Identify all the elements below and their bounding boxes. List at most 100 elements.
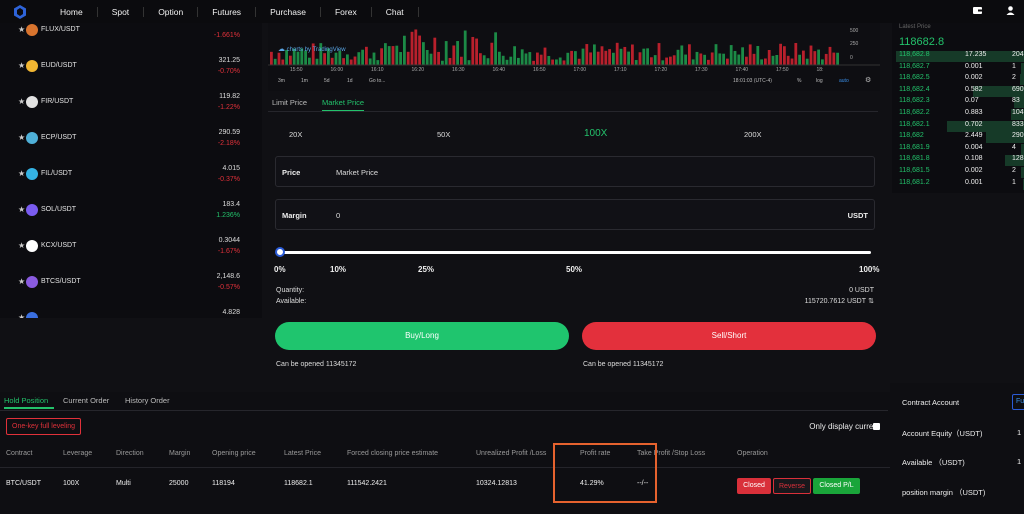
range-1d[interactable]: 1d — [347, 78, 353, 84]
nav-chat[interactable]: Chat — [372, 6, 419, 17]
cell-contract: BTC/USDT — [6, 480, 41, 487]
star-icon[interactable]: ★ — [18, 25, 25, 34]
futures-button[interactable]: Fu — [1012, 394, 1024, 410]
margin-field[interactable]: Margin 0 USDT — [275, 199, 875, 230]
closed-pl-button[interactable]: Closed P/L — [813, 478, 860, 494]
nav-purchase[interactable]: Purchase — [256, 6, 321, 17]
orderbook-row[interactable]: 118,682.3 0.07 83 — [896, 97, 1024, 109]
pair-item[interactable]: ★ ECP/USDT 290.59 -2.18% — [0, 123, 262, 159]
price-field[interactable]: Price Market Price — [275, 156, 875, 187]
leverage-200x[interactable]: 200X — [744, 130, 762, 139]
closed-button[interactable]: Closed — [737, 478, 771, 494]
volume-bar — [368, 58, 372, 65]
volume-bar — [748, 44, 752, 65]
volume-bar — [323, 53, 326, 65]
th-forced-closing: Forced closing price estimate — [347, 450, 439, 457]
orderbook-row[interactable]: 118,681.5 0.002 2 — [896, 167, 1024, 179]
pct-50[interactable]: 50% — [566, 265, 582, 274]
nav-option[interactable]: Option — [144, 6, 199, 17]
pair-item[interactable]: ★ SOL/USDT 183.4 1.236% — [0, 195, 262, 231]
quantity-label: Quantity: — [276, 287, 305, 294]
reverse-button[interactable]: Reverse — [773, 478, 811, 494]
volume-bar — [646, 48, 649, 65]
pair-name: SOL/USDT — [41, 206, 77, 213]
tab-history-order[interactable]: History Order — [125, 396, 170, 405]
nav-futures[interactable]: Futures — [198, 6, 257, 17]
tab-limit-price[interactable]: Limit Price — [272, 98, 307, 107]
one-key-leveling-button[interactable]: One-key full leveling — [6, 418, 82, 435]
star-icon[interactable]: ★ — [18, 205, 25, 214]
ob-price: 118,682.1 — [899, 120, 930, 128]
volume-bar — [395, 45, 399, 65]
leverage-50x[interactable]: 50X — [437, 130, 450, 139]
leverage-20x[interactable]: 20X — [289, 130, 302, 139]
transfer-icon[interactable]: ⇅ — [868, 297, 874, 305]
tab-current-order[interactable]: Current Order — [63, 396, 109, 405]
volume-bar — [707, 59, 710, 65]
logo-icon[interactable] — [12, 4, 28, 20]
orderbook-row[interactable]: 118,681.8 0.108 128 — [896, 155, 1024, 167]
star-icon[interactable]: ★ — [18, 97, 25, 106]
buy-long-button[interactable]: Buy/Long — [275, 322, 569, 350]
ob-total: 2 — [1012, 74, 1016, 82]
leverage-100x[interactable]: 100X — [584, 128, 607, 139]
range-1m[interactable]: 1m — [301, 78, 308, 84]
pct-0[interactable]: 0% — [274, 265, 286, 274]
pair-price: 183.4 — [222, 201, 240, 208]
orderbook-row[interactable]: 118,682.4 0.582 690 — [896, 85, 1024, 98]
pair-item[interactable]: ★ FLUX/USDT -1.661% — [0, 23, 262, 51]
star-icon[interactable]: ★ — [18, 61, 25, 70]
orderbook-row[interactable]: 118,682.8 17.235 204 — [896, 51, 1024, 63]
pct-25[interactable]: 25% — [418, 265, 434, 274]
nav-forex[interactable]: Forex — [321, 6, 372, 17]
range-5d[interactable]: 5d — [324, 78, 330, 84]
cell-forced-closing: 111542.2421 — [347, 480, 387, 487]
th-opening-price: Opening price — [212, 450, 256, 457]
pair-item[interactable]: ★ FIR/USDT 119.82 -1.22% — [0, 87, 262, 123]
volume-bar — [596, 51, 600, 65]
margin-slider[interactable] — [279, 251, 871, 254]
star-icon[interactable]: ★ — [18, 277, 25, 286]
pair-item[interactable]: ★ KCX/USDT 0.3044 -1.67% — [0, 231, 262, 267]
star-icon[interactable]: ★ — [18, 313, 25, 318]
orderbook-row[interactable]: 118,682.1 0.702 833 — [896, 120, 1024, 133]
tab-market-price[interactable]: Market Price — [322, 98, 365, 111]
star-icon[interactable]: ★ — [18, 241, 25, 250]
volume-bar — [532, 60, 535, 65]
tab-hold-position[interactable]: Hold Position — [4, 396, 48, 405]
orderbook-row[interactable]: 118,682 2.449 290 — [896, 132, 1024, 144]
nav-home[interactable]: Home — [46, 6, 98, 17]
wallet-icon[interactable] — [972, 5, 983, 16]
pair-item[interactable]: ★ EUD/USDT 321.25 -0.70% — [0, 51, 262, 87]
orderbook-row[interactable]: 118,682.5 0.002 2 — [896, 74, 1024, 86]
slider-handle[interactable] — [275, 247, 285, 257]
percent-toggle[interactable]: % — [797, 78, 801, 84]
ob-qty: 0.001 — [965, 178, 983, 186]
volume-bar — [691, 59, 695, 65]
star-icon[interactable]: ★ — [18, 133, 25, 142]
nav-spot[interactable]: Spot — [98, 6, 145, 17]
orderbook-row[interactable]: 118,682.7 0.001 1 — [896, 62, 1024, 75]
orderbook-row[interactable]: 118,682.2 0.883 104 — [896, 109, 1024, 121]
orderbook-row[interactable]: 118,681.2 0.001 1 — [896, 178, 1024, 191]
volume-bar — [653, 55, 657, 65]
only-display-checkbox[interactable] — [873, 423, 880, 430]
margin-input[interactable]: 0 — [336, 211, 340, 220]
pct-100[interactable]: 100% — [859, 265, 879, 274]
gear-icon[interactable]: ⚙ — [865, 76, 871, 84]
log-toggle[interactable]: log — [816, 78, 823, 84]
pct-10[interactable]: 10% — [330, 265, 346, 274]
orderbook-row[interactable]: 118,681.9 0.004 4 — [896, 143, 1024, 156]
sell-short-button[interactable]: Sell/Short — [582, 322, 876, 350]
star-icon[interactable]: ★ — [18, 169, 25, 178]
ob-qty: 0.07 — [965, 97, 979, 105]
auto-toggle[interactable]: auto — [839, 78, 849, 84]
chart-toolbar: 3m 1m 5d 1d Go to... 18:01:03 (UTC-4) % … — [268, 76, 880, 86]
pair-item[interactable]: ★ 4.828 — [0, 303, 262, 318]
goto-button[interactable]: Go to... — [369, 78, 385, 84]
user-icon[interactable] — [1005, 5, 1016, 16]
range-3m[interactable]: 3m — [278, 78, 285, 84]
pair-item[interactable]: ★ BTCS/USDT 2,148.6 -0.57% — [0, 267, 262, 303]
volume-bar — [315, 58, 319, 65]
pair-item[interactable]: ★ FIL/USDT 4.015 -0.37% — [0, 159, 262, 195]
